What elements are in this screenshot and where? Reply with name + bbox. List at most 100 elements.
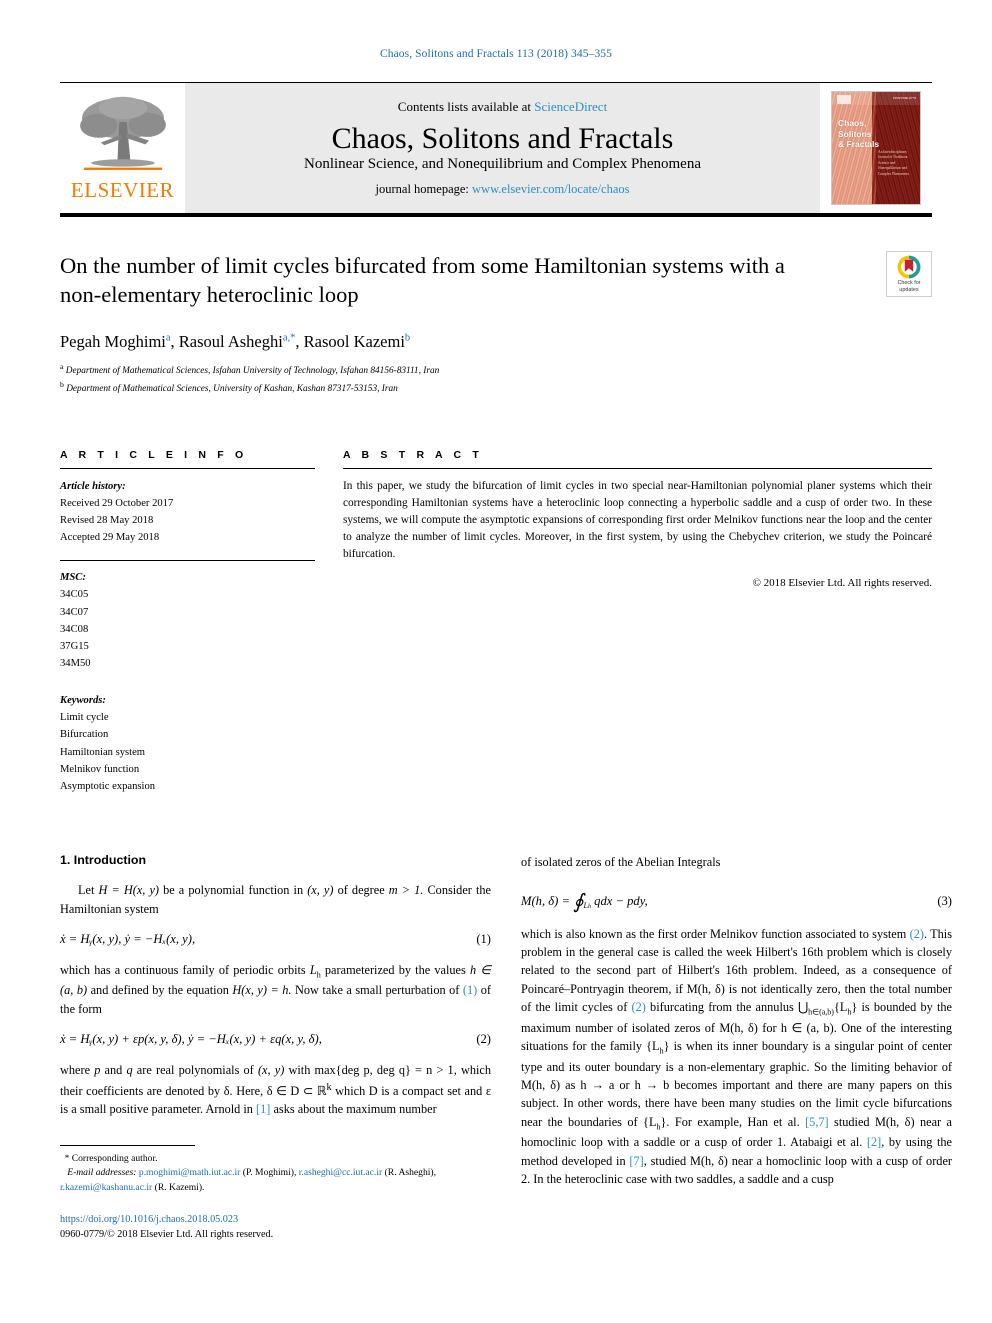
email-who-2: (R. Kazemi)	[154, 1181, 203, 1193]
contour-integral-icon: ∮	[573, 890, 584, 913]
keyword-1: Bifurcation	[60, 729, 109, 741]
msc-code-0: 34C05	[60, 589, 89, 601]
p2-text-a: which has a continuous family of periodi…	[60, 962, 310, 977]
article-info-rule-2	[60, 560, 315, 562]
article-info-body: Article history: Received 29 October 201…	[60, 478, 315, 796]
author-list: Pegah Moghimia, Rasoul Asheghia,*, Rasoo…	[60, 331, 411, 351]
article-page: Chaos, Solitons and Fractals 113 (2018) …	[0, 0, 992, 1323]
p2-math-Hxyh: H(x, y) = h.	[232, 983, 292, 998]
footnote-rule	[60, 1145, 195, 1146]
p3-math-xy: (x, y)	[257, 1063, 285, 1078]
cover-texture-right	[876, 92, 920, 204]
email-link-0[interactable]: p.moghimi@math.iut.ac.ir	[139, 1167, 241, 1178]
doi-block: https://doi.org/10.1016/j.chaos.2018.05.…	[60, 1212, 273, 1243]
abstract-copyright: © 2018 Elsevier Ltd. All rights reserved…	[752, 577, 932, 590]
history-revised: Revised 28 May 2018	[60, 514, 154, 526]
citation-ref-2[interactable]: [2]	[867, 1135, 881, 1149]
email-link-2[interactable]: r.kazemi@kashanu.ac.ir	[60, 1182, 152, 1193]
p1-math-xy: (x, y)	[307, 883, 334, 898]
equation-3-body: M(h, δ) = ∮Lh qdx − pdy,	[521, 886, 648, 913]
journal-homepage-line: journal homepage: www.elsevier.com/locat…	[376, 182, 630, 197]
paragraph-right-2: which is also known as the first order M…	[521, 925, 952, 1189]
keyword-2: Hamiltonian system	[60, 746, 146, 758]
citation-eq-2-b[interactable]: (2)	[632, 1000, 646, 1014]
citation-eq-2-a[interactable]: (2)	[910, 927, 924, 941]
corresponding-author-star-icon: *	[290, 332, 296, 343]
history-accepted: Accepted 29 May 2018	[60, 532, 160, 544]
citation-ref-5-7[interactable]: [5,7]	[805, 1115, 829, 1129]
email-who-1: (R. Asheghi)	[384, 1167, 434, 1179]
journal-cover-wrap: ISSN 0960-0779 Chaos, Solitons & Fractal…	[820, 83, 932, 213]
article-info-column: A R T I C L E I N F O Article history: R…	[60, 449, 315, 798]
article-info-rule	[60, 467, 315, 469]
contents-prefix: Contents lists available at	[397, 99, 532, 115]
footnote-star-icon: *	[64, 1153, 70, 1163]
citation-eq-1[interactable]: (1)	[463, 983, 477, 997]
publisher-logo: ELSEVIER	[60, 83, 185, 213]
title-block: On the number of limit cycles bifurcated…	[60, 251, 932, 397]
p3-text-f: asks about the maximum number	[270, 1102, 437, 1117]
abstract-column: A B S T R A C T In this paper, we study …	[343, 449, 932, 798]
crossmark-label: Check for updates	[897, 280, 920, 294]
doi-link[interactable]: https://doi.org/10.1016/j.chaos.2018.05.…	[60, 1212, 273, 1227]
email-who-0: (P. Moghimi)	[242, 1167, 294, 1179]
equation-2: ẋ = Hᵧ(x, y) + εp(x, y, δ), ẏ = −Hₓ(x, y…	[60, 1032, 491, 1047]
affiliation-b-text: Department of Mathematical Sciences, Uni…	[66, 383, 398, 394]
email-label: E-mail addresses:	[67, 1167, 137, 1179]
journal-subtitle: Nonlinear Science, and Nonequilibrium an…	[304, 155, 701, 172]
p1-math-H: H = H(x, y)	[98, 883, 160, 898]
history-received: Received 29 October 2017	[60, 497, 174, 509]
keyword-0: Limit cycle	[60, 712, 109, 724]
keywords-group: Keywords: Limit cycle Bifurcation Hamilt…	[60, 692, 315, 795]
elsevier-tree-icon	[75, 94, 171, 176]
p2-text-d: Now take a small perturbation of	[291, 983, 463, 998]
journal-cover-image: ISSN 0960-0779 Chaos, Solitons & Fractal…	[831, 91, 921, 205]
info-and-abstract: A R T I C L E I N F O Article history: R…	[60, 449, 932, 798]
keyword-4: Asymptotic expansion	[60, 780, 156, 792]
sciencedirect-link[interactable]: ScienceDirect	[534, 99, 607, 114]
corresponding-author-text: Corresponding author.	[71, 1153, 158, 1164]
email-link-1[interactable]: r.asheghi@cc.iut.ac.ir	[299, 1167, 382, 1178]
equation-2-number: (2)	[476, 1032, 491, 1047]
abstract-text: In this paper, we study the bifurcation …	[343, 479, 932, 561]
paragraph-intro-2: which has a continuous family of periodi…	[60, 961, 491, 1018]
citation-ref-7[interactable]: [7]	[629, 1154, 643, 1168]
pr2-text-g: }. For example, Han et al.	[660, 1114, 806, 1129]
crossmark-line2: updates	[899, 286, 919, 293]
masthead-center: Contents lists available at ScienceDirec…	[185, 83, 820, 213]
affiliation-b-marker: b	[60, 379, 64, 389]
p1-text-c: of degree	[333, 883, 389, 898]
msc-code-1: 34C07	[60, 606, 89, 618]
p1-text-b: be a polynomial function in	[159, 883, 308, 898]
msc-code-2: 34C08	[60, 623, 89, 635]
cover-title: Chaos, Solitons & Fractals	[838, 118, 879, 150]
affiliation-a-text: Department of Mathematical Sciences, Isf…	[65, 365, 440, 376]
msc-code-4: 34M50	[60, 657, 91, 669]
crossmark-badge[interactable]: Check for updates	[886, 251, 932, 297]
abstract-rule	[343, 467, 932, 469]
annulus-subscript: h∈(a,b)	[808, 1007, 834, 1017]
equation-1-number: (1)	[476, 931, 491, 946]
pr2-text-a: which is also known as the first order M…	[521, 926, 910, 941]
article-info-heading: A R T I C L E I N F O	[60, 448, 248, 461]
issn-copyright-line: 0960-0779/© 2018 Elsevier Ltd. All right…	[60, 1229, 274, 1241]
citation-ref-1[interactable]: [1]	[256, 1102, 270, 1116]
p3-text-c: are real polynomials of	[132, 1063, 258, 1078]
journal-title: Chaos, Solitons and Fractals	[331, 122, 674, 156]
pr2-text-c: bifurcating from the annulus ⋃	[645, 1000, 809, 1015]
elsevier-wordmark: ELSEVIER	[70, 177, 175, 202]
paragraph-right-1: of isolated zeros of the Abelian Integra…	[521, 855, 721, 870]
affiliation-list: a Department of Mathematical Sciences, I…	[60, 361, 932, 397]
equation-1-body: ẋ = Hᵧ(x, y), ẏ = −Hₓ(x, y),	[60, 931, 196, 946]
p2-text-c: and defined by the equation	[87, 983, 233, 998]
abstract-heading: A B S T R A C T	[343, 448, 483, 461]
p1-math-m: m > 1.	[388, 883, 424, 898]
equation-3-number: (3)	[937, 893, 952, 908]
p3-text-b: and	[100, 1063, 127, 1078]
body-right-column: of isolated zeros of the Abelian Integra…	[521, 853, 952, 1200]
homepage-url-link[interactable]: www.elsevier.com/locate/chaos	[472, 182, 629, 196]
pr2-text-d: {L	[833, 1000, 848, 1015]
crossmark-icon	[897, 255, 921, 279]
msc-code-3: 37G15	[60, 640, 89, 652]
affil-marker-b: b	[404, 332, 411, 343]
